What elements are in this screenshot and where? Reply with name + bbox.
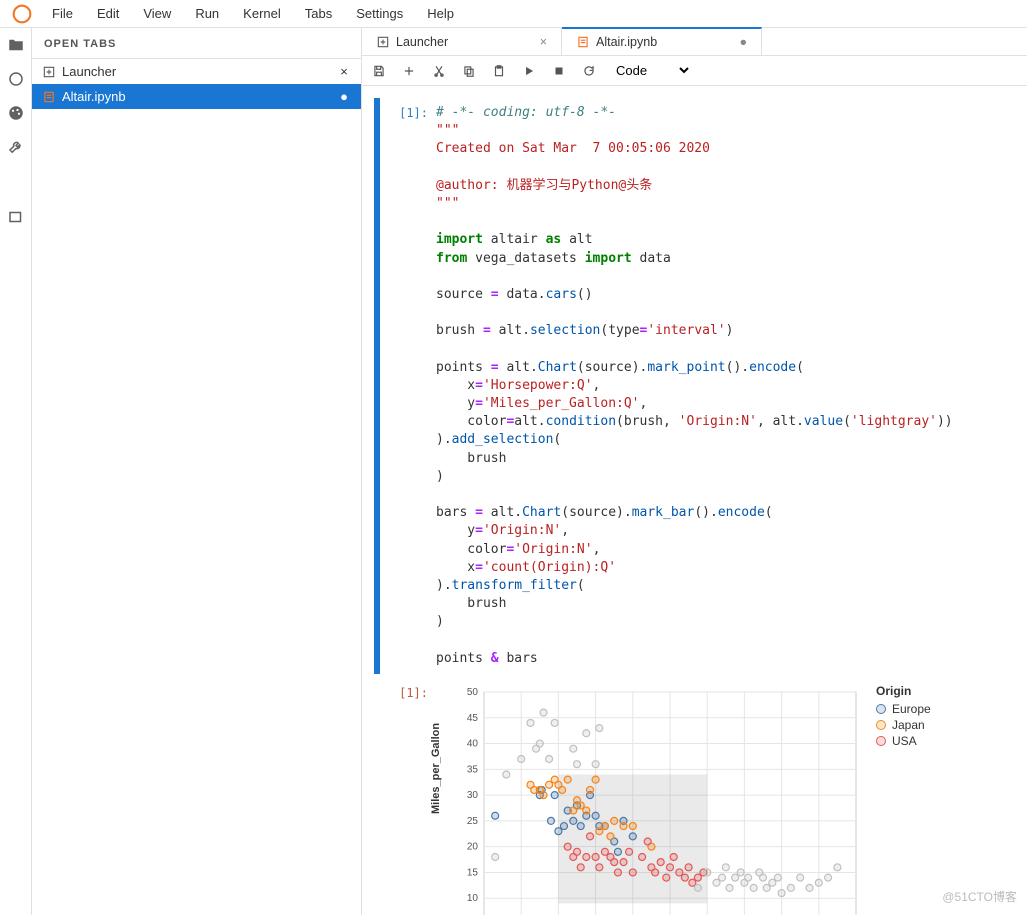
cut-icon[interactable] [432, 64, 446, 78]
output-cell: [1]: 10 15 20 25 30 35 40 45 50 Miles_per_Gallon… [374, 684, 1015, 915]
code-cell[interactable]: [1]: # -*- coding: utf-8 -*- """ Created… [374, 98, 1015, 674]
dirty-indicator: ● [337, 89, 351, 104]
running-icon[interactable] [7, 70, 25, 88]
activity-bar [0, 28, 32, 915]
svg-text:50: 50 [467, 687, 479, 698]
y-axis-label: Miles_per_Gallon [430, 723, 442, 814]
open-tabs-header: OPEN TABS [32, 28, 361, 59]
dirty-indicator: ● [739, 35, 747, 49]
legend-item[interactable]: Japan [876, 718, 931, 732]
tab-label: Altair.ipynb [62, 89, 331, 104]
left-panel: OPEN TABS Launcher × Altair.ipynb ● [32, 28, 362, 915]
document-tabs: Launcher × Altair.ipynb ● [362, 28, 1027, 56]
folder-icon[interactable] [7, 36, 25, 54]
wrench-icon[interactable] [7, 138, 25, 156]
document-tab[interactable]: Altair.ipynb ● [562, 27, 762, 55]
input-prompt: [1]: [386, 104, 436, 668]
tab-label: Altair.ipynb [596, 35, 657, 49]
svg-text:10: 10 [467, 893, 479, 904]
svg-text:45: 45 [467, 713, 479, 724]
svg-text:20: 20 [467, 841, 479, 852]
jupyter-logo [12, 4, 32, 24]
svg-text:15: 15 [467, 867, 479, 878]
open-tab-item[interactable]: Altair.ipynb ● [32, 84, 361, 109]
menu-run[interactable]: Run [183, 2, 231, 25]
notebook-icon [576, 35, 590, 49]
notebook-icon [42, 90, 56, 104]
tabs-icon[interactable] [7, 208, 25, 226]
restart-icon[interactable] [582, 64, 596, 78]
menu-file[interactable]: File [40, 2, 85, 25]
close-icon[interactable]: × [540, 35, 547, 49]
paste-icon[interactable] [492, 64, 506, 78]
legend-title: Origin [876, 684, 931, 698]
copy-icon[interactable] [462, 64, 476, 78]
stop-icon[interactable] [552, 64, 566, 78]
legend-item[interactable]: Europe [876, 702, 931, 716]
output-prompt: [1]: [386, 684, 436, 915]
menu-tabs[interactable]: Tabs [293, 2, 344, 25]
menu-help[interactable]: Help [415, 2, 466, 25]
open-tabs-list: Launcher × Altair.ipynb ● [32, 59, 361, 109]
launcher-icon [376, 35, 390, 49]
svg-text:40: 40 [467, 738, 479, 749]
notebook-area[interactable]: [1]: # -*- coding: utf-8 -*- """ Created… [362, 86, 1027, 915]
menu-settings[interactable]: Settings [344, 2, 415, 25]
close-icon[interactable]: × [337, 64, 351, 79]
svg-text:25: 25 [467, 816, 479, 827]
legend-item[interactable]: USA [876, 734, 931, 748]
notebook-toolbar: CodeMarkdownRaw [362, 56, 1027, 86]
document-tab[interactable]: Launcher × [362, 28, 562, 55]
menubar: FileEditViewRunKernelTabsSettingsHelp [0, 0, 1027, 28]
svg-text:35: 35 [467, 764, 479, 775]
cell-type-select[interactable]: CodeMarkdownRaw [612, 62, 692, 79]
code-editor[interactable]: # -*- coding: utf-8 -*- """ Created on S… [436, 104, 1015, 668]
save-icon[interactable] [372, 64, 386, 78]
palette-icon[interactable] [7, 104, 25, 122]
tab-label: Launcher [62, 64, 331, 79]
launcher-icon [42, 65, 56, 79]
tab-label: Launcher [396, 35, 448, 49]
chart-legend: Origin Europe Japan USA [876, 684, 931, 750]
svg-text:30: 30 [467, 790, 479, 801]
run-icon[interactable] [522, 64, 536, 78]
open-tab-item[interactable]: Launcher × [32, 59, 361, 84]
menu-view[interactable]: View [131, 2, 183, 25]
watermark: @51CTO博客 [942, 888, 1017, 905]
add-cell-icon[interactable] [402, 64, 416, 78]
scatter-chart[interactable]: 101520253035404550 Miles_per_Gallon Orig… [436, 684, 956, 915]
menu-edit[interactable]: Edit [85, 2, 131, 25]
menu-kernel[interactable]: Kernel [231, 2, 293, 25]
